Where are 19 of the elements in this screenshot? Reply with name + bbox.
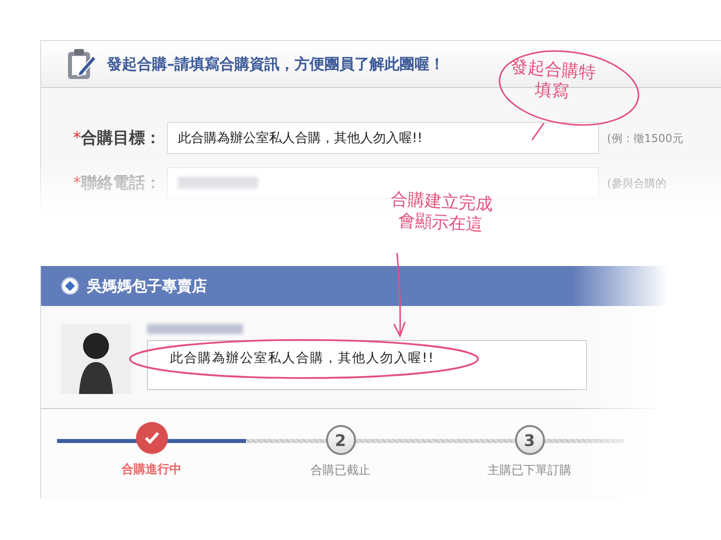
handwritten-note: 合購建立完成 會顯示在這	[389, 189, 494, 238]
comment-text: 此合購為辦公室私人合購，其他人勿入喔!!	[170, 351, 434, 366]
store-title: 吳媽媽包子專賣店	[87, 276, 207, 296]
step-label: 合購已截止	[310, 462, 370, 479]
handwritten-note: 發起合購特 填寫	[509, 57, 596, 104]
step-marker: 2	[326, 425, 356, 455]
input-field[interactable]: 此合購為辦公室私人合購，其他人勿入喔!!	[167, 122, 599, 154]
check-icon	[144, 431, 160, 445]
step-label: 合購進行中	[122, 461, 182, 478]
avatar-placeholder	[61, 324, 131, 394]
diamond-badge-icon	[61, 277, 79, 295]
field-label: *合購目標：	[72, 128, 162, 148]
clipboard-pencil-icon	[67, 48, 97, 80]
field-hint: (參與合購的	[607, 176, 666, 190]
step-marker: 3	[514, 425, 544, 455]
field-label: *聯絡電話：	[72, 172, 162, 194]
step-label: 主購已下單訂購	[488, 462, 572, 479]
form-title: 發起合購–請填寫合購資訊，方便團員了解此團喔！	[107, 54, 444, 74]
field-hint: (例：徵1500元	[607, 130, 684, 146]
